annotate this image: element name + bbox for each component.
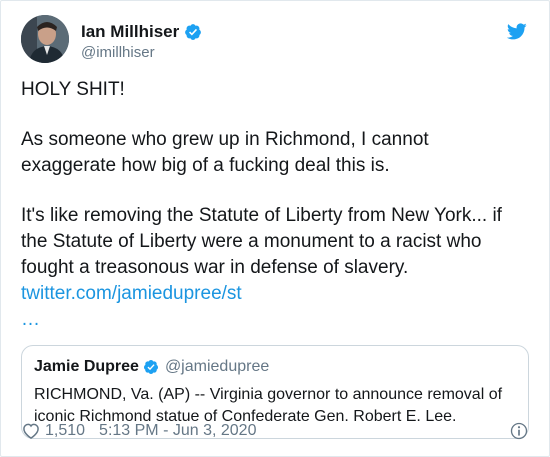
quoted-author-name[interactable]: Jamie Dupree	[34, 358, 139, 376]
tweet-footer: 1,510 5:13 PM - Jun 3, 2020	[21, 419, 529, 443]
like-count[interactable]: 1,510	[45, 422, 85, 440]
tweet-paragraph-3: It's like removing the Statute of Libert…	[21, 203, 529, 333]
tweet-text: HOLY SHIT! As someone who grew up in Ric…	[21, 77, 529, 333]
author-handle[interactable]: @imillhiser	[81, 43, 202, 63]
avatar[interactable]	[21, 15, 69, 63]
author-info: Ian Millhiser @imillhiser	[81, 21, 202, 63]
author-name[interactable]: Ian Millhiser	[81, 21, 179, 43]
verified-badge-icon	[143, 360, 158, 374]
tweet-timestamp[interactable]: 5:13 PM - Jun 3, 2020	[99, 422, 256, 440]
verified-badge-icon	[185, 24, 202, 40]
tweet-paragraph-3-text: It's like removing the Statute of Libert…	[21, 205, 502, 278]
quoted-tweet-header: Jamie Dupree @jamiedupree	[34, 356, 516, 378]
tweet-ellipsis[interactable]: …	[21, 307, 529, 333]
info-icon[interactable]	[509, 421, 529, 441]
tweet-card: Ian Millhiser @imillhiser HOLY SHIT! As …	[0, 0, 550, 457]
tweet-paragraph-1: HOLY SHIT!	[21, 79, 125, 100]
tweet-paragraph-2: As someone who grew up in Richmond, I ca…	[21, 129, 429, 176]
tweet-header: Ian Millhiser @imillhiser	[21, 15, 529, 67]
tweet-link[interactable]: twitter.com/jamiedupree/st	[21, 283, 242, 304]
quoted-author-handle[interactable]: @jamiedupree	[165, 358, 269, 376]
twitter-bird-icon[interactable]	[505, 21, 529, 41]
heart-icon[interactable]	[21, 421, 41, 441]
